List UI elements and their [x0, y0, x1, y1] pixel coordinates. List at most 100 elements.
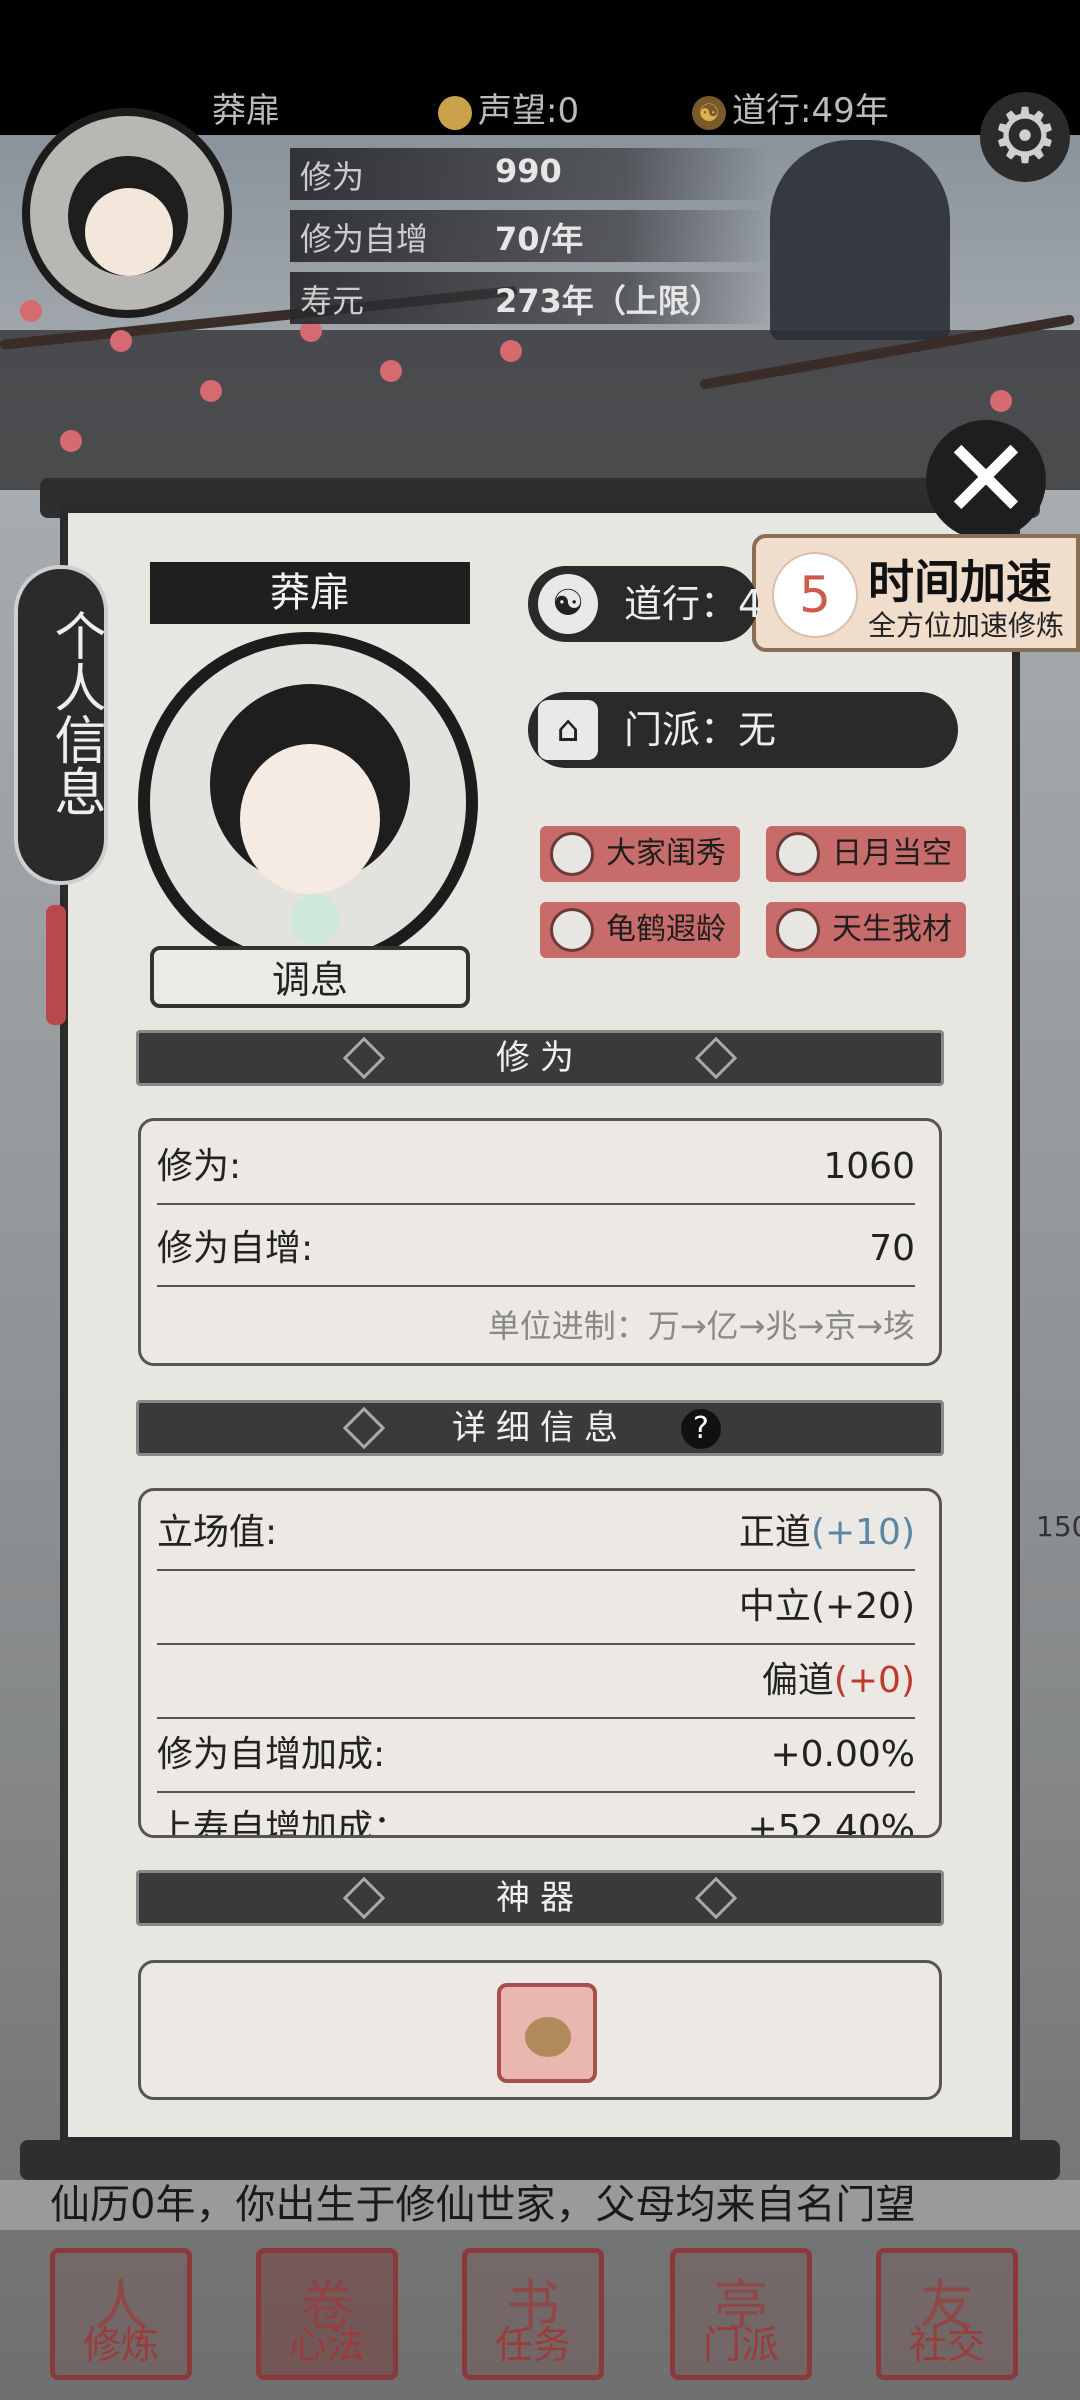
- diamond-icon: [694, 1876, 738, 1920]
- row-value: +52.40%: [747, 1808, 915, 1838]
- bag-icon: [550, 832, 594, 876]
- hud-value: 70/年: [495, 220, 584, 258]
- blossom-icon: [20, 300, 42, 322]
- cultivation-row: 修为: 1060: [157, 1131, 915, 1205]
- help-icon[interactable]: ?: [681, 1409, 721, 1449]
- avatar-face: [85, 188, 173, 276]
- row-label: 立场值:: [157, 1512, 278, 1553]
- stance-delta: (+10): [810, 1512, 915, 1553]
- hud-row-lifespan: 寿元 273年（上限）: [290, 272, 770, 324]
- scroll-bottom-rod: [20, 2140, 1060, 2180]
- tab-personal-info[interactable]: 个人信息: [14, 565, 108, 885]
- ticker-text: 仙历0年，你出生于修仙世家，父母均来自名门望: [50, 2182, 916, 2228]
- player-name-top: 莽扉: [212, 91, 280, 131]
- stance-name: 正道: [738, 1512, 811, 1553]
- daoxing-label: 道行：: [624, 582, 739, 626]
- diamond-icon: [694, 1036, 738, 1080]
- sect-pill: ⌂ 门派：无: [528, 692, 958, 768]
- unit-note: 单位进制：万→亿→兆→京→垓: [487, 1307, 915, 1345]
- details-row: 修为自增加成: +0.00%: [157, 1719, 915, 1793]
- details-row: 立场值: 正道(+10): [157, 1497, 915, 1571]
- nav-quests[interactable]: 书 任务: [462, 2248, 604, 2380]
- settings-gear-icon[interactable]: ⚙: [980, 92, 1070, 182]
- tassel-decoration: [46, 905, 66, 1025]
- blossom-icon: [990, 390, 1012, 412]
- sect-text: 门派：无: [624, 708, 777, 752]
- row-label: 修为自增:: [157, 1228, 314, 1269]
- nav-label: 修炼: [82, 2323, 159, 2367]
- blossom-icon: [500, 340, 522, 362]
- row-label: 修为自增加成:: [157, 1734, 386, 1775]
- bag-icon: [776, 832, 820, 876]
- trait-label: 天生我材: [832, 912, 952, 947]
- trait-tag[interactable]: 日月当空: [766, 826, 966, 882]
- hud-value: 990: [495, 152, 562, 190]
- trait-tag[interactable]: 天生我材: [766, 902, 966, 958]
- nav-sect[interactable]: 亭 门派: [670, 2248, 812, 2380]
- nav-cultivate[interactable]: 人 修炼: [50, 2248, 192, 2380]
- diamond-icon: [342, 1876, 386, 1920]
- daoxing-stat: ☯ 道行:49年: [692, 88, 889, 134]
- row-value: 70: [869, 1228, 915, 1269]
- orb-icon: [290, 894, 340, 944]
- trait-label: 大家闺秀: [606, 836, 726, 871]
- details-row: 偏道(+0): [157, 1645, 915, 1719]
- nav-label: 门派: [702, 2323, 779, 2367]
- artifact-slot[interactable]: [497, 1983, 597, 2083]
- yinyang-icon: ☯: [538, 574, 598, 634]
- trait-label: 日月当空: [832, 836, 952, 871]
- row-label: 修为:: [157, 1146, 242, 1187]
- section-title: 神器: [496, 1878, 584, 1918]
- stance-delta: (+20): [810, 1586, 915, 1627]
- side-number: 150: [1036, 1510, 1080, 1543]
- details-row-cut: 上寿自增加成： +52.40%: [157, 1793, 915, 1838]
- daoxing-value: 4: [738, 582, 763, 626]
- character-name: 莽扉: [150, 562, 470, 624]
- blossom-icon: [200, 380, 222, 402]
- nav-social[interactable]: 友 社交: [876, 2248, 1018, 2380]
- character-portrait: [138, 632, 478, 972]
- stance-neutral: 中立(+20): [739, 1571, 915, 1643]
- coin-icon: [438, 95, 472, 130]
- row-value: 1060: [823, 1146, 915, 1187]
- trait-tag[interactable]: 大家闺秀: [540, 826, 740, 882]
- speedup-subtitle: 全方位加速修炼: [868, 609, 1065, 642]
- hud-label: 修为: [300, 158, 365, 196]
- section-title: 详细信息: [452, 1408, 628, 1448]
- section-title: 修为: [496, 1038, 584, 1078]
- daoxing-text: 道行:49年: [732, 91, 889, 131]
- trait-tag[interactable]: 龟鹤遐龄: [540, 902, 740, 958]
- trait-label: 龟鹤遐龄: [606, 912, 726, 947]
- details-box: 立场值: 正道(+10) 中立(+20) 偏道(+0) 修为自增加成: +0.0…: [138, 1488, 942, 1838]
- blossom-icon: [60, 430, 82, 452]
- nav-method[interactable]: 卷 心法: [256, 2248, 398, 2380]
- section-header-details: 详细信息 ?: [136, 1400, 944, 1456]
- bag-icon: [550, 908, 594, 952]
- reputation-text: 声望:0: [478, 91, 580, 131]
- speedup-title: 时间加速: [868, 555, 1052, 609]
- close-icon[interactable]: ✕: [926, 420, 1046, 540]
- cultivation-row: 修为自增: 70: [157, 1213, 915, 1287]
- details-row: 中立(+20): [157, 1571, 915, 1645]
- diamond-icon: [342, 1036, 386, 1080]
- row-value: +0.00%: [770, 1734, 915, 1775]
- adjust-breath-button[interactable]: 调息: [150, 946, 470, 1008]
- roof-decoration: [0, 330, 1080, 490]
- daoxing-pill: ☯ 道行： 4: [528, 566, 762, 642]
- section-header-artifact: 神器: [136, 1870, 944, 1926]
- player-avatar[interactable]: [22, 108, 232, 318]
- stance-name: 中立: [738, 1586, 811, 1627]
- stance-deviant: 偏道(+0): [762, 1645, 915, 1717]
- hud-row-cultivation: 修为 990: [290, 148, 770, 200]
- hud-label: 寿元: [300, 282, 365, 320]
- stance-delta: (+0): [833, 1660, 915, 1701]
- tab-label: 个人信息: [45, 609, 105, 817]
- gourd-icon: [525, 2017, 571, 2057]
- hud-label: 修为自增: [300, 220, 429, 258]
- hud-value: 273年（上限）: [495, 282, 722, 320]
- blossom-icon: [380, 360, 402, 382]
- yinyang-icon: ☯: [692, 95, 726, 130]
- blossom-icon: [110, 330, 132, 352]
- section-header-cultivation: 修为: [136, 1030, 944, 1086]
- time-speedup-button[interactable]: 5 时间加速 全方位加速修炼: [752, 534, 1080, 652]
